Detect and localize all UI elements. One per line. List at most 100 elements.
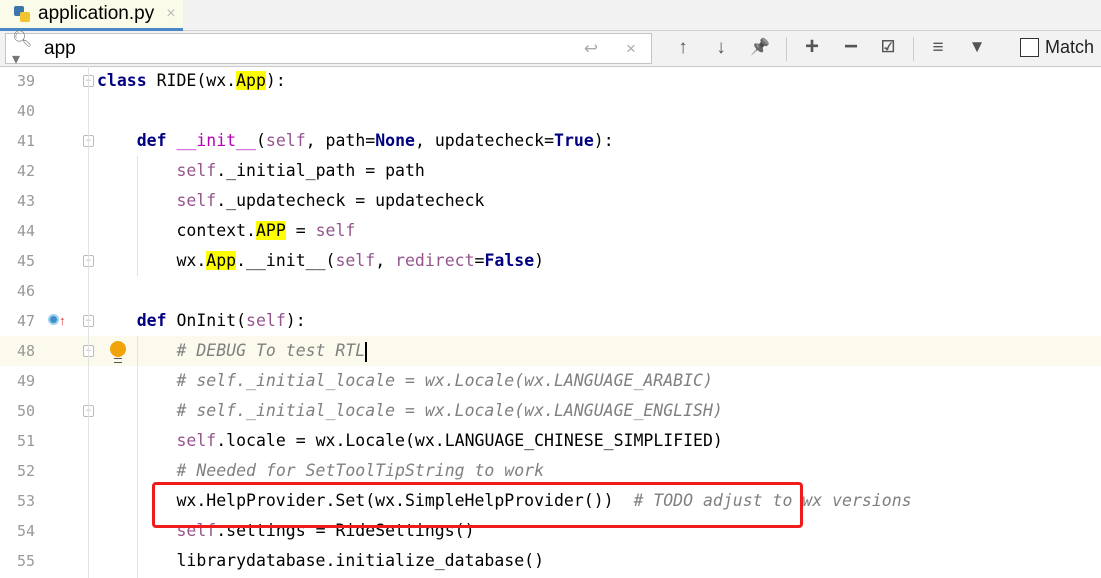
line-number[interactable]: 54 [0,516,35,546]
previous-occurrence-icon[interactable]: ↑ [668,37,698,61]
code-token: ( [255,131,266,150]
line-number[interactable]: 44 [0,216,35,246]
line-number[interactable]: 46 [0,276,35,306]
code-text[interactable]: self.locale = wx.Locale(wx.LANGUAGE_CHIN… [97,426,723,456]
code-line[interactable]: 55 librarydatabase.initialize_database() [0,546,1101,576]
indent-guide [137,336,138,578]
search-icon[interactable]: 🔍︎▾ [6,29,36,69]
clear-search-icon[interactable]: × [611,39,651,59]
search-match: App [236,71,266,90]
code-line[interactable]: 49 # self._initial_locale = wx.Locale(wx… [0,366,1101,396]
code-token: False [484,251,535,270]
code-token: , updatecheck= [414,131,555,150]
indent-guide [137,156,138,276]
code-text[interactable]: class RIDE(wx.App): [97,66,286,96]
search-field[interactable]: 🔍︎▾ app ↩ × [5,31,652,68]
line-number[interactable]: 55 [0,546,35,576]
code-line[interactable]: 42 self._initial_path = path [0,156,1101,186]
code-line[interactable]: 39−class RIDE(wx.App): [0,66,1101,96]
line-number[interactable]: 40 [0,96,35,126]
code-text[interactable]: self._initial_path = path [97,156,425,186]
code-line[interactable]: 47−↑ def OnInit(self): [0,306,1101,336]
line-number[interactable]: 42 [0,156,35,186]
code-token: librarydatabase.initialize_database() [97,551,545,570]
code-token: def [136,131,167,150]
python-file-icon [12,4,32,24]
remove-occurrence-icon[interactable]: − [836,35,866,61]
code-token: self [176,161,217,180]
line-number[interactable]: 39 [0,66,35,96]
line-number[interactable]: 49 [0,366,35,396]
code-token: = [474,251,485,270]
line-number[interactable]: 52 [0,456,35,486]
code-token: None [375,131,415,150]
code-line[interactable]: 50− # self._initial_locale = wx.Locale(w… [0,396,1101,426]
code-line[interactable]: 48− # DEBUG To test RTL [0,336,1101,366]
find-bar: 🔍︎▾ app ↩ × ↑ ↓ 📌 + − ☑ ≡ ▼ Match [0,31,1101,68]
select-all-occurrences-icon[interactable]: ☑ [873,37,903,61]
code-token: __init__ [176,131,256,150]
search-input[interactable]: app [36,38,571,60]
comment-token: # DEBUG To test RTL [176,341,366,360]
checkbox[interactable] [1020,38,1039,57]
line-number[interactable]: 51 [0,426,35,456]
code-token: self [335,251,376,270]
code-token: self [176,431,217,450]
code-token: ): [265,71,286,90]
tab-application-py[interactable]: application.py × [0,0,183,31]
code-token: def [136,311,167,330]
code-token: wx. [97,251,207,270]
code-token: .__init__( [236,251,336,270]
code-text[interactable]: def OnInit(self): [97,306,306,336]
pin-icon[interactable]: 📌 [745,37,775,61]
code-text[interactable]: # self._initial_locale = wx.Locale(wx.LA… [97,366,712,396]
gutter-divider [88,66,89,578]
code-text[interactable]: context.APP = self [97,216,355,246]
code-editor[interactable]: 39−class RIDE(wx.App):4041− def __init__… [0,66,1101,578]
code-token: self [246,311,286,330]
code-token: ): [285,311,306,330]
filter-lines-icon[interactable]: ≡ [923,37,953,61]
filter-icon[interactable]: ▼ [962,37,992,61]
code-token: .locale = wx.Locale(wx.LANGUAGE_CHINESE_… [216,431,723,450]
line-number[interactable]: 41 [0,126,35,156]
code-line[interactable]: 45− wx.App.__init__(self, redirect=False… [0,246,1101,276]
code-line[interactable]: 40 [0,96,1101,126]
line-number[interactable]: 47 [0,306,35,336]
code-token: redirect [395,251,475,270]
code-token: = [285,221,316,240]
search-match: App [206,251,237,270]
new-line-icon[interactable]: ↩ [571,39,611,59]
code-text[interactable]: self._updatecheck = updatecheck [97,186,484,216]
line-number[interactable]: 43 [0,186,35,216]
tab-label: application.py [38,3,155,24]
line-number[interactable]: 48 [0,336,35,366]
match-case-checkbox[interactable]: Match [1020,37,1094,58]
code-text[interactable]: wx.App.__init__(self, redirect=False) [97,246,544,276]
next-occurrence-icon[interactable]: ↓ [706,37,736,61]
code-text[interactable]: def __init__(self, path=None, updatechec… [97,126,614,156]
overrides-method-icon[interactable]: ↑ [48,313,66,328]
line-number[interactable]: 53 [0,486,35,516]
code-text[interactable]: librarydatabase.initialize_database() [97,546,544,576]
close-tab-icon[interactable]: × [166,5,175,23]
code-line[interactable]: 51 self.locale = wx.Locale(wx.LANGUAGE_C… [0,426,1101,456]
code-text[interactable]: # self._initial_locale = wx.Locale(wx.LA… [97,396,722,426]
code-line[interactable]: 44 context.APP = self [0,216,1101,246]
code-line[interactable]: 43 self._updatecheck = updatecheck [0,186,1101,216]
line-number[interactable]: 45 [0,246,35,276]
annotation-highlight-box [152,482,803,528]
code-token: , [375,251,396,270]
code-token: class [97,71,147,90]
code-line[interactable]: 41− def __init__(self, path=None, update… [0,126,1101,156]
code-token: RIDE(wx. [146,71,237,90]
code-line[interactable]: 46 [0,276,1101,306]
code-token: ): [593,131,614,150]
code-token: OnInit( [166,311,247,330]
code-token: ._initial_path = path [216,161,425,180]
add-occurrence-icon[interactable]: + [797,35,827,61]
line-number[interactable]: 50 [0,396,35,426]
